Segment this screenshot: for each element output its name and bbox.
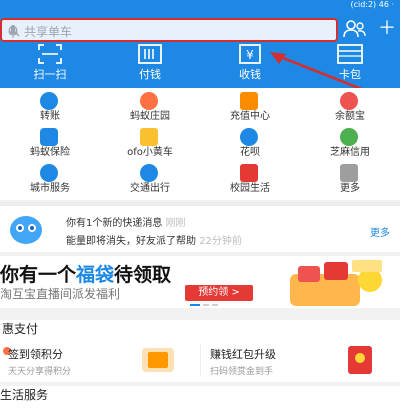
service-label: 转账	[40, 111, 60, 122]
status-bar: (cid:2) 46 ·	[0, 0, 400, 10]
promo-banner[interactable]: 你有一个福袋待领取 淘互宝直播间派发福利 预约领 >	[0, 256, 400, 308]
news-time: 刚刚	[165, 218, 186, 229]
pay-divider	[200, 344, 201, 376]
quick-action-label: 扫一扫	[33, 68, 67, 81]
search-bar[interactable]: 共享单车	[0, 18, 338, 42]
service-label: 蚂蚁庄园	[130, 111, 170, 122]
banner-subtitle: 淘互宝直播间派发福利	[0, 287, 121, 301]
services-grid: 转账 蚂蚁庄园 充值中心 余额宝 蚂蚁保险 ofo小黄车 花呗 芝麻信用 城市服…	[0, 88, 400, 200]
gift-bag-illustration	[290, 260, 382, 306]
service-label: ofo小黄车	[127, 147, 173, 158]
add-icon[interactable]: ＋	[378, 20, 396, 38]
service-transfer[interactable]: 转账	[0, 92, 100, 122]
pay-left-subtitle: 天天分享得积分	[8, 367, 72, 377]
section-title-life: 生活服务	[0, 386, 400, 414]
pay-right-subtitle: 扫码领赏金到手	[210, 367, 274, 377]
service-ofo[interactable]: ofo小黄车	[100, 128, 200, 158]
quick-action-pay[interactable]: 付钱	[100, 44, 200, 84]
service-label: 花呗	[240, 147, 260, 158]
news-more-link[interactable]: 更多	[370, 224, 390, 239]
pay-code-icon	[138, 44, 162, 64]
points-badge-icon	[142, 348, 174, 372]
receive-money-icon: ¥	[239, 44, 261, 64]
banner-title-prefix: 你有一个	[0, 264, 77, 286]
robot-mascot-icon	[10, 216, 42, 244]
banner-title: 你有一个福袋待领取	[0, 260, 171, 287]
service-city[interactable]: 城市服务	[0, 164, 100, 194]
pay-section: 签到领积分 天天分享得积分 赚钱红包升级 扫码领赏金到手	[0, 338, 400, 382]
carousel-dots	[190, 304, 218, 306]
microphone-icon[interactable]	[8, 25, 18, 39]
service-insurance[interactable]: 蚂蚁保险	[0, 128, 100, 158]
news-text: 能量即将消失，好友派了帮助	[66, 236, 196, 247]
news-line-2: 能量即将消失，好友派了帮助 22分钟前	[66, 232, 242, 247]
service-label: 充值中心	[230, 111, 270, 122]
pay-right-title[interactable]: 赚钱红包升级	[210, 346, 276, 362]
search-placeholder: 共享单车	[24, 25, 73, 39]
service-label: 蚂蚁保险	[30, 147, 70, 158]
banner-title-suffix: 待领取	[114, 264, 172, 286]
news-time: 22分钟前	[199, 236, 242, 247]
pay-left-title[interactable]: 签到领积分	[8, 346, 63, 362]
section-title-pay: 惠支付	[0, 320, 400, 338]
news-text: 你有1个新的快递消息	[66, 218, 163, 229]
service-label: 更多	[340, 183, 360, 194]
service-yuebao[interactable]: 余额宝	[300, 92, 400, 122]
contacts-icon[interactable]	[343, 20, 367, 38]
service-recharge[interactable]: 充值中心	[200, 92, 300, 122]
service-label: 芝麻信用	[330, 147, 370, 158]
red-packet-icon	[348, 346, 372, 374]
svg-text:¥: ¥	[246, 48, 254, 62]
service-label: 交通出行	[130, 183, 170, 194]
banner-cta-button[interactable]: 预约领 >	[185, 285, 253, 301]
service-campus[interactable]: 校园生活	[200, 164, 300, 194]
service-ant-farm[interactable]: 蚂蚁庄园	[100, 92, 200, 122]
news-ticker[interactable]: 你有1个新的快递消息 刚刚 能量即将消失，好友派了帮助 22分钟前 更多	[0, 206, 400, 252]
quick-action-scan[interactable]: 扫一扫	[0, 44, 100, 84]
service-sesame[interactable]: 芝麻信用	[300, 128, 400, 158]
service-label: 校园生活	[230, 183, 270, 194]
banner-title-highlight: 福袋	[76, 264, 115, 286]
service-label: 余额宝	[335, 111, 365, 122]
service-huabei[interactable]: 花呗	[200, 128, 300, 158]
service-transport[interactable]: 交通出行	[100, 164, 200, 194]
scan-icon	[38, 44, 62, 64]
service-more[interactable]: 更多	[300, 164, 400, 194]
news-line-1: 你有1个新的快递消息 刚刚	[66, 214, 186, 229]
status-indicators: (cid:2) 46 ·	[350, 0, 394, 9]
service-label: 城市服务	[30, 183, 70, 194]
quick-action-label: 付钱	[139, 68, 161, 81]
